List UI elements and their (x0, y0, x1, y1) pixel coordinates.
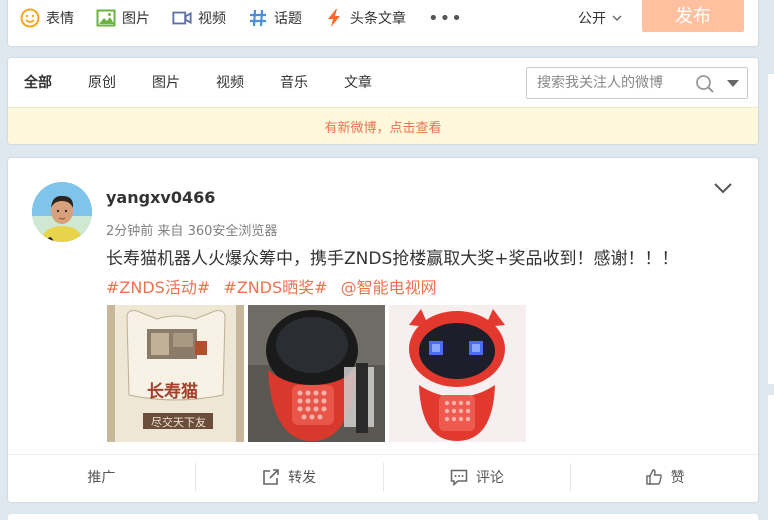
avatar[interactable] (32, 182, 92, 242)
post-card: yangxv0466 2分钟前 来自 360安全浏览器 长寿猫机器人火爆众筹中，… (8, 158, 758, 502)
lightning-icon (328, 9, 340, 27)
search-icon[interactable] (695, 74, 715, 94)
topic-tool[interactable]: 话题 (248, 8, 302, 28)
smiley-icon (20, 8, 40, 28)
feed-filter-card: 全部 原创 图片 视频 音乐 文章 有新微博，点击查看 (8, 58, 758, 144)
feed-tabs: 全部 原创 图片 视频 音乐 文章 (8, 58, 408, 106)
image-icon (96, 9, 116, 27)
comment-button[interactable]: 评论 (384, 462, 572, 491)
repost-button[interactable]: 转发 (196, 462, 384, 491)
promote-button[interactable]: 推广 (8, 462, 196, 491)
post-photo-1[interactable]: 长寿猫 尽交天下友 (107, 305, 244, 442)
composer-tools: 表情 图片 视频 话题 头条文章 ••• (20, 6, 463, 30)
like-label: 赞 (670, 469, 685, 486)
promote-label: 推广 (87, 469, 116, 486)
post-photo-3[interactable] (389, 305, 526, 442)
tab-all[interactable]: 全部 (24, 72, 52, 92)
tab-original[interactable]: 原创 (88, 72, 116, 92)
comment-label: 评论 (475, 469, 504, 486)
visibility-label: 公开 (578, 11, 606, 27)
post-source[interactable]: 360安全浏览器 (188, 224, 278, 239)
image-tool[interactable]: 图片 (96, 8, 150, 28)
post-tags: #ZNDS活动# #ZNDS晒奖# @智能电视网 (106, 274, 445, 298)
like-icon (645, 468, 662, 485)
publish-button[interactable]: 发布 (642, 0, 744, 32)
post-actions: 推广 转发 评论 赞 (8, 454, 758, 498)
side-panel-edge (768, 74, 774, 384)
image-tool-label: 图片 (122, 11, 150, 27)
caret-down-icon[interactable] (727, 80, 739, 88)
side-panel-edge (768, 395, 774, 520)
comment-icon (450, 469, 468, 486)
post-meta: 2分钟前 来自 360安全浏览器 (106, 220, 277, 239)
chevron-down-icon (612, 15, 622, 21)
video-tool[interactable]: 视频 (172, 8, 226, 28)
photo-brand-text: 长寿猫 (147, 381, 198, 402)
post-text: 长寿猫机器人火爆众筹中，携手ZNDS抢楼赢取大奖+奖品收到！感谢！！！ (106, 249, 679, 269)
post-photos: 长寿猫 尽交天下友 (107, 305, 530, 442)
article-tool[interactable]: 头条文章 (324, 8, 406, 28)
post-username[interactable]: yangxv0466 (106, 188, 215, 207)
topic-tool-label: 话题 (274, 11, 302, 27)
topic-link-prize[interactable]: #ZNDS晒奖# (223, 278, 327, 297)
tab-videos[interactable]: 视频 (216, 72, 244, 92)
feed-search-input[interactable] (537, 69, 687, 97)
video-icon (172, 11, 192, 25)
tab-images[interactable]: 图片 (152, 72, 180, 92)
visibility-select[interactable]: 公开 (578, 8, 622, 28)
topic-link-activity[interactable]: #ZNDS活动# (106, 278, 210, 297)
composer-toolbar: 表情 图片 视频 话题 头条文章 ••• 公开 发布 (8, 0, 758, 46)
post-photo-2[interactable] (248, 305, 385, 442)
article-tool-label: 头条文章 (350, 11, 406, 27)
video-tool-label: 视频 (198, 11, 226, 27)
like-button[interactable]: 赞 (571, 463, 758, 491)
post-time[interactable]: 2分钟前 (106, 224, 153, 239)
chevron-down-icon[interactable] (714, 182, 732, 194)
more-tools-button[interactable]: ••• (428, 8, 463, 29)
mention-link[interactable]: @智能电视网 (341, 278, 437, 297)
feed-search (526, 67, 748, 99)
post-source-prefix: 来自 (157, 224, 184, 239)
repost-icon (263, 468, 279, 485)
tab-music[interactable]: 音乐 (280, 72, 308, 92)
emoji-tool-label: 表情 (46, 11, 74, 27)
next-post-card (8, 514, 758, 520)
hashtag-icon (250, 9, 266, 27)
emoji-tool[interactable]: 表情 (20, 8, 74, 28)
new-posts-notice[interactable]: 有新微博，点击查看 (8, 107, 758, 144)
photo-slogan-text: 尽交天下友 (151, 415, 206, 429)
repost-label: 转发 (288, 469, 317, 486)
tab-articles[interactable]: 文章 (344, 72, 372, 92)
